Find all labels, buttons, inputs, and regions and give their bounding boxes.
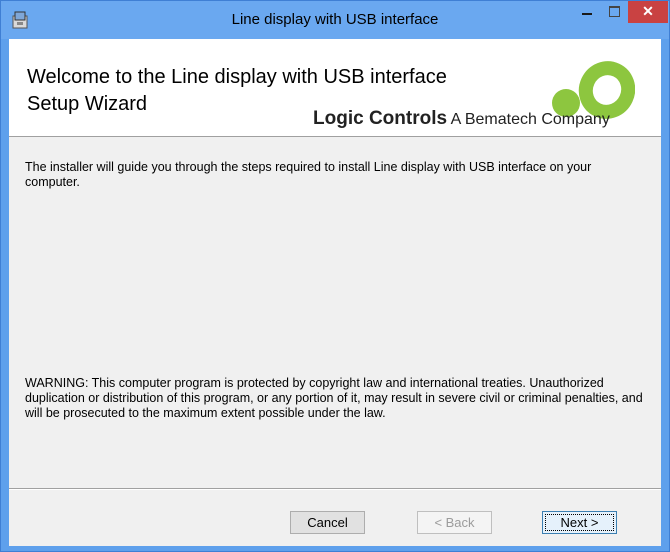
button-separator [9, 488, 661, 490]
close-icon: ✕ [642, 3, 654, 19]
brand-tagline: A Bematech Company [450, 111, 610, 128]
wizard-heading-line2: Setup Wizard [27, 93, 148, 115]
next-button-label: Next > [560, 515, 599, 530]
maximize-button[interactable] [601, 1, 628, 23]
copyright-warning-text: WARNING: This computer program is protec… [25, 376, 643, 420]
back-button-label: < Back [434, 515, 475, 530]
maximize-icon [609, 6, 620, 17]
cancel-button-label: Cancel [307, 515, 348, 530]
installer-window: Line display with USB interface ✕ Welcom… [0, 0, 670, 552]
title-bar[interactable]: Line display with USB interface ✕ [1, 1, 669, 39]
brand-name: Logic Controls [313, 108, 448, 129]
cancel-button[interactable]: Cancel [290, 511, 365, 534]
minimize-icon [582, 13, 592, 15]
next-button[interactable]: Next > [542, 511, 617, 534]
window-title: Line display with USB interface [231, 11, 439, 28]
brand-label: Logic Controls A Bematech Company [313, 108, 610, 130]
wizard-banner: Welcome to the Line display with USB int… [9, 39, 661, 137]
wizard-heading-line1: Welcome to the Line display with USB int… [27, 66, 447, 88]
back-button[interactable]: < Back [417, 511, 492, 534]
minimize-button[interactable] [573, 1, 601, 23]
intro-text: The installer will guide you through the… [25, 160, 592, 189]
close-button[interactable]: ✕ [628, 1, 668, 23]
wizard-client-area: Welcome to the Line display with USB int… [9, 39, 661, 546]
